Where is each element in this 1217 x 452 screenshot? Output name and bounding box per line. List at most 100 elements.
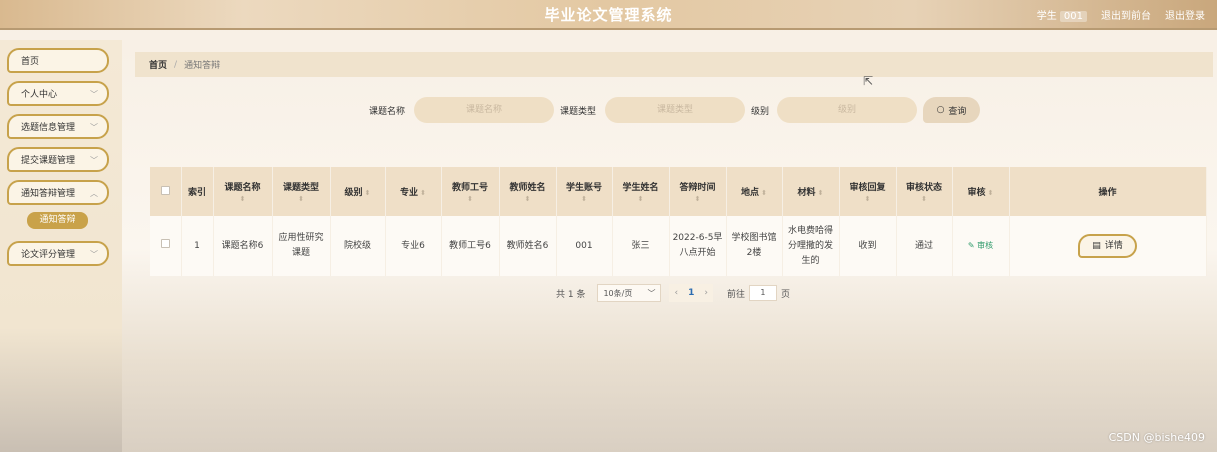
sort-icon: ⬍ bbox=[921, 195, 927, 203]
column-header: 索引 bbox=[181, 167, 214, 216]
sort-icon: ⬍ bbox=[987, 189, 994, 197]
column-header[interactable]: 审核回复 ⬍ bbox=[839, 167, 897, 216]
column-header[interactable]: 审核 ⬍ bbox=[952, 167, 1010, 216]
exit-to-front-link[interactable]: 退出到前台 bbox=[1101, 7, 1151, 22]
level-input[interactable] bbox=[777, 97, 917, 123]
chevron-down-icon: ﹀ bbox=[90, 156, 98, 165]
cell-material: 水电费哈得分哩撒的发生的 bbox=[782, 216, 840, 276]
column-header-label: 课题类型 bbox=[282, 183, 319, 193]
column-header[interactable]: 专业 ⬍ bbox=[385, 167, 442, 216]
cell-level: 院校级 bbox=[330, 216, 386, 276]
column-header-label: 课题名称 bbox=[224, 183, 261, 193]
table-header-row: 索引 课题名称 ⬍ 课题类型 ⬍ 级别 ⬍ 专业 ⬍ 教师工号 ⬍ 教师姓名 ⬍ 学生账号 ⬍… bbox=[150, 167, 1207, 216]
cell-audit: ✎ 审核 bbox=[952, 216, 1010, 276]
audit-link[interactable]: ✎ 审核 bbox=[968, 241, 993, 250]
system-title: 毕业论文管理系统 bbox=[544, 6, 673, 24]
audit-link-label: 审核 bbox=[977, 241, 994, 250]
column-header-label: 答辩时间 bbox=[679, 183, 716, 193]
sort-icon: ⬍ bbox=[524, 195, 531, 203]
column-header[interactable]: 级别 ⬍ bbox=[330, 167, 386, 216]
column-header[interactable]: 答辩时间 ⬍ bbox=[669, 167, 727, 216]
sort-icon: ⬍ bbox=[581, 195, 587, 203]
sidebar-item-label: 通知答辩管理 bbox=[21, 189, 76, 199]
table-row: 1 课题名称6 应用性研究课题 院校级 专业6 教师工号6 教师姓名6 001 … bbox=[150, 216, 1207, 276]
column-header[interactable]: 学生姓名 ⬍ bbox=[612, 167, 670, 216]
column-header[interactable]: 地点 ⬍ bbox=[726, 167, 783, 216]
column-header-label: 审核 bbox=[967, 188, 986, 198]
topic-type-input[interactable] bbox=[605, 97, 745, 123]
column-header-label: 专业 bbox=[400, 188, 419, 198]
chevron-up-icon: ︿ bbox=[90, 189, 98, 198]
cell-topic: 课题名称6 bbox=[213, 216, 273, 276]
sidebar-item-thesis-scoring[interactable]: 论文评分管理 ﹀ bbox=[7, 241, 109, 266]
page-size-value: 10条/页 bbox=[603, 288, 633, 298]
column-header-label: 级别 bbox=[344, 188, 363, 198]
sort-icon: ⬍ bbox=[298, 195, 304, 203]
prev-page-icon[interactable]: ‹ bbox=[674, 288, 678, 298]
detail-button[interactable]: ▤ 详情 bbox=[1078, 234, 1137, 258]
user-name: 001 bbox=[1059, 11, 1087, 22]
cell-student-name: 张三 bbox=[612, 216, 670, 276]
column-header-label: 地点 bbox=[741, 188, 760, 198]
topic-name-input[interactable] bbox=[414, 97, 554, 123]
cell-teacher-name: 教师姓名6 bbox=[499, 216, 557, 276]
column-header[interactable]: 审核状态 ⬍ bbox=[896, 167, 953, 216]
column-header[interactable]: 课题类型 ⬍ bbox=[272, 167, 331, 216]
cell-review-reply: 收到 bbox=[839, 216, 897, 276]
detail-button-label: 详情 bbox=[1104, 240, 1123, 251]
column-header-label: 审核回复 bbox=[849, 183, 886, 193]
column-header: 操作 bbox=[1009, 167, 1207, 216]
sort-icon: ⬍ bbox=[694, 195, 701, 203]
sort-icon: ⬍ bbox=[761, 189, 767, 197]
sidebar-item-defense-notice[interactable]: 通知答辩管理 ︿ bbox=[7, 180, 109, 205]
sort-icon: ⬍ bbox=[817, 189, 824, 197]
column-header-label: 教师工号 bbox=[451, 183, 488, 193]
sort-icon: ⬍ bbox=[864, 195, 871, 203]
breadcrumb: 首页 / 通知答辩 bbox=[135, 52, 1213, 77]
data-table: 索引 课题名称 ⬍ 课题类型 ⬍ 级别 ⬍ 专业 ⬍ 教师工号 ⬍ 教师姓名 ⬍ 学生账号 ⬍… bbox=[150, 167, 1207, 276]
chevron-down-icon: ﹀ bbox=[90, 123, 98, 132]
column-header[interactable]: 课题名称 ⬍ bbox=[213, 167, 273, 216]
cell-defense-time: 2022-6-5早八点开始 bbox=[669, 216, 727, 276]
goto-page-input[interactable]: 1 bbox=[748, 285, 777, 301]
sort-icon: ⬍ bbox=[364, 189, 371, 197]
cell-teacher-id: 教师工号6 bbox=[441, 216, 500, 276]
cell-index: 1 bbox=[181, 216, 214, 276]
row-checkbox[interactable] bbox=[160, 238, 170, 248]
page-size-select[interactable]: 10条/页 ﹀ bbox=[597, 284, 662, 302]
select-all-checkbox[interactable] bbox=[160, 185, 170, 195]
sidebar-item-label: 提交课题管理 bbox=[21, 156, 76, 166]
breadcrumb-home[interactable]: 首页 bbox=[149, 58, 167, 71]
user-role-label: 学生 bbox=[1036, 11, 1057, 22]
sidebar-item-home[interactable]: 首页 bbox=[7, 48, 109, 73]
query-button[interactable]: ○ 查询 bbox=[923, 97, 980, 123]
cell-location: 学校图书馆2楼 bbox=[726, 216, 783, 276]
column-header[interactable]: 教师姓名 ⬍ bbox=[499, 167, 557, 216]
column-header-label: 学生账号 bbox=[565, 183, 602, 193]
cell-student-account: 001 bbox=[556, 216, 613, 276]
breadcrumb-separator: / bbox=[174, 59, 178, 70]
header-right: 学生 001 退出到前台 退出登录 bbox=[1037, 7, 1205, 22]
watermark: CSDN @bishe409 bbox=[1108, 431, 1205, 444]
pagination: 共 1 条 10条/页 ﹀ ‹ 1 › 前往 1 页 bbox=[556, 284, 790, 302]
logout-link[interactable]: 退出登录 bbox=[1165, 7, 1205, 22]
goto-suffix: 页 bbox=[780, 289, 790, 300]
sidebar-item-label: 首页 bbox=[21, 57, 40, 67]
sort-icon: ⬍ bbox=[420, 189, 426, 197]
page-number[interactable]: 1 bbox=[688, 288, 694, 298]
next-page-icon[interactable]: › bbox=[704, 288, 708, 298]
sidebar-subitem-defense-notice[interactable]: 通知答辩 bbox=[27, 212, 88, 229]
column-header[interactable]: 学生账号 ⬍ bbox=[556, 167, 613, 216]
sidebar-item-submit-topic[interactable]: 提交课题管理 ﹀ bbox=[7, 147, 109, 172]
search-icon: ○ bbox=[936, 105, 945, 115]
topic-name-label: 课题名称 bbox=[369, 107, 406, 117]
chevron-down-icon: ﹀ bbox=[647, 288, 656, 298]
column-header-label: 材料 bbox=[797, 188, 816, 198]
document-icon: ▤ bbox=[1092, 240, 1101, 251]
level-label: 级别 bbox=[751, 107, 770, 117]
edit-icon: ✎ bbox=[967, 241, 975, 250]
breadcrumb-current: 通知答辩 bbox=[184, 61, 221, 71]
column-header[interactable]: 材料 ⬍ bbox=[782, 167, 840, 216]
column-header-label: 教师姓名 bbox=[509, 183, 546, 193]
column-header[interactable]: 教师工号 ⬍ bbox=[441, 167, 500, 216]
